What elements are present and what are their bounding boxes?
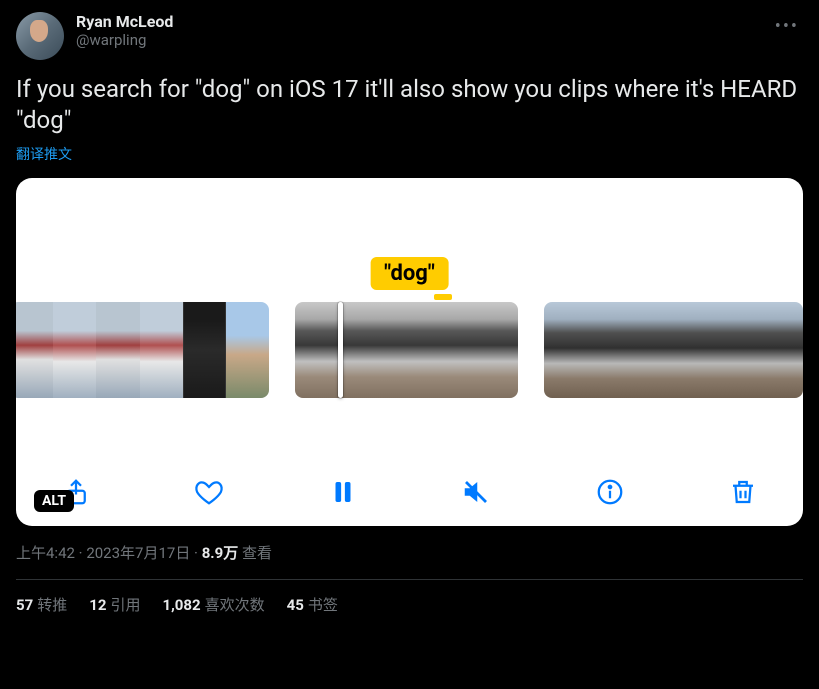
translate-link[interactable]: 翻译推文 <box>16 144 803 164</box>
display-name: Ryan McLeod <box>76 12 173 31</box>
tweet-header: Ryan McLeod @warpling ••• <box>16 12 803 60</box>
stat-bookmarks[interactable]: 45书签 <box>287 594 338 615</box>
handle: @warpling <box>76 31 173 49</box>
tweet-text: If you search for "dog" on iOS 17 it'll … <box>16 74 803 136</box>
pause-icon[interactable] <box>325 474 361 510</box>
timeline-frame <box>351 302 407 398</box>
timeline-frame <box>53 302 96 398</box>
timeline-frame <box>96 302 139 398</box>
video-timeline[interactable] <box>16 302 803 398</box>
avatar[interactable] <box>16 12 64 60</box>
timeline-frame <box>673 302 716 398</box>
more-icon[interactable]: ••• <box>771 12 803 41</box>
mute-icon[interactable] <box>458 474 494 510</box>
tweet-container: Ryan McLeod @warpling ••• If you search … <box>0 0 819 627</box>
timeline-frame <box>183 302 226 398</box>
media-toolbar <box>16 474 803 510</box>
views-count: 8.9万 <box>202 544 239 562</box>
meta-date[interactable]: 2023年7月17日 <box>86 544 190 562</box>
stat-quotes[interactable]: 12引用 <box>89 594 140 615</box>
timeline-frame <box>760 302 803 398</box>
timeline-frame <box>717 302 760 398</box>
timeline-frame <box>630 302 673 398</box>
timeline-frame <box>226 302 269 398</box>
info-icon[interactable] <box>592 474 628 510</box>
meta-time[interactable]: 上午4:42 <box>16 544 75 562</box>
alt-badge[interactable]: ALT <box>34 490 74 512</box>
tweet-stats: 57转推 12引用 1,082喜欢次数 45书签 <box>16 580 803 615</box>
stat-retweets[interactable]: 57转推 <box>16 594 67 615</box>
timeline-frame <box>140 302 183 398</box>
trash-icon[interactable] <box>725 474 761 510</box>
caption-bubble: "dog" <box>370 257 449 290</box>
tweet-meta: 上午4:42 · 2023年7月17日 · 8.9万 查看 <box>16 542 803 563</box>
media-attachment[interactable]: "dog" <box>16 178 803 526</box>
timeline-frame <box>544 302 587 398</box>
clip-group[interactable] <box>16 302 269 398</box>
views-label: 查看 <box>242 544 272 562</box>
timeline-frame <box>16 302 53 398</box>
timeline-frame <box>587 302 630 398</box>
author-block[interactable]: Ryan McLeod @warpling <box>76 12 173 49</box>
playhead[interactable] <box>338 302 343 398</box>
clip-group[interactable] <box>295 302 518 398</box>
heart-icon[interactable] <box>191 474 227 510</box>
timeline-frame <box>462 302 518 398</box>
caption-tick <box>434 294 452 300</box>
stat-likes[interactable]: 1,082喜欢次数 <box>162 594 264 615</box>
timeline-frame <box>407 302 463 398</box>
clip-group[interactable] <box>544 302 803 398</box>
